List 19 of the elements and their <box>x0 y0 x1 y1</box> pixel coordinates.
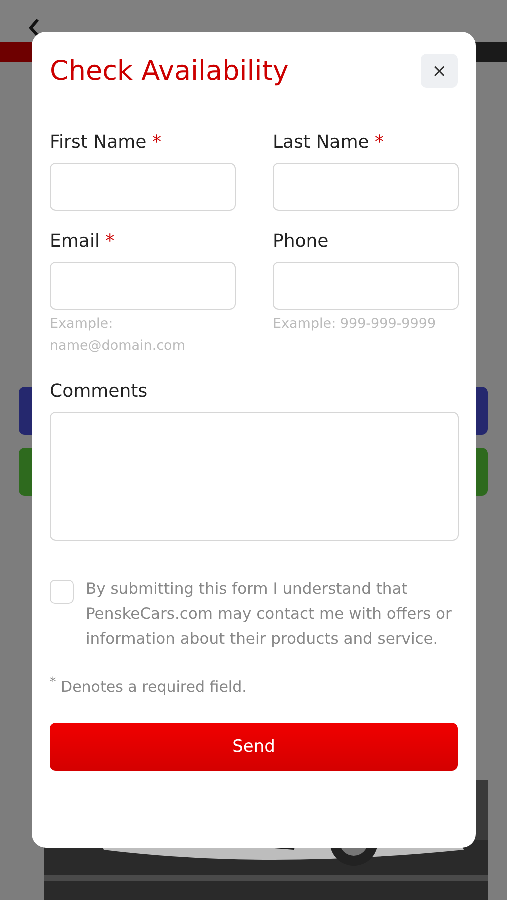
field-label: Phone <box>273 231 330 252</box>
required-note: $^{*}$ Denotes a required field. <box>50 674 248 696</box>
help-text: Example: name@domain.com <box>50 315 186 356</box>
comments-field[interactable] <box>50 412 459 541</box>
field-label: Comments <box>50 381 149 402</box>
send-button[interactable]: Send <box>50 723 458 771</box>
help-text: Example: 999-999-9999 <box>273 315 438 334</box>
checkbox[interactable] <box>50 580 74 604</box>
input-field[interactable] <box>50 163 236 211</box>
back-icon[interactable] <box>28 18 40 38</box>
consent-text: By submitting this form I understand that PenskeCars.com may contact me with offers or information about their products and service. <box>86 579 453 650</box>
input-field[interactable] <box>50 262 236 310</box>
input-field[interactable] <box>273 163 459 211</box>
field-label: Last Name * <box>273 132 386 153</box>
field-label: Email * <box>50 231 116 252</box>
field-label: First Name * <box>50 132 162 153</box>
dialog-title: Check Availability <box>50 56 289 86</box>
close-button[interactable]: × <box>421 54 458 88</box>
input-field[interactable] <box>273 262 459 310</box>
